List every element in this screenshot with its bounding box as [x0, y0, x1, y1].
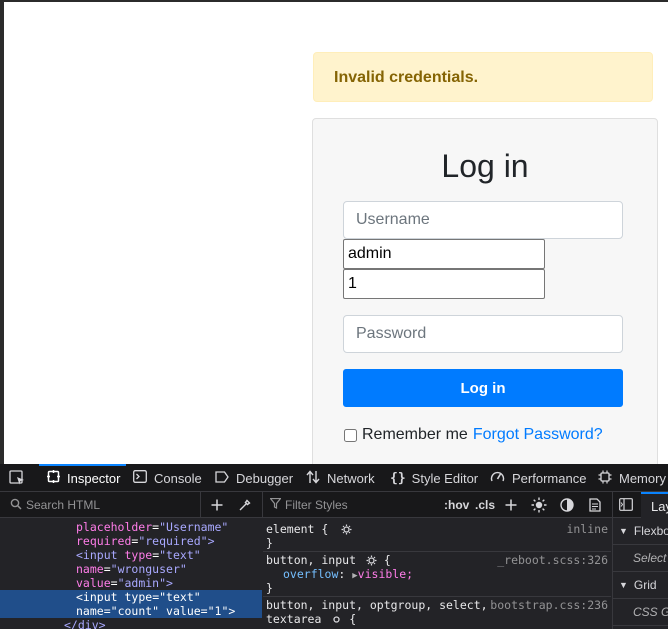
- markup-line[interactable]: value="admin">: [0, 576, 262, 590]
- inspector-icon: [47, 470, 67, 486]
- sidebar-toggle-icon[interactable]: [619, 498, 633, 514]
- count-input[interactable]: [343, 269, 545, 299]
- grid-section[interactable]: ▼ Grid: [613, 572, 668, 599]
- tab-network[interactable]: Network: [306, 464, 375, 492]
- layout-tabbar: Layout: [613, 492, 668, 518]
- dark-mode-icon[interactable]: [558, 496, 576, 514]
- divider: [200, 492, 201, 518]
- markup-line[interactable]: name="wronguser": [0, 562, 262, 576]
- memory-icon: [598, 470, 619, 487]
- devtools-panel: Inspector Console Debugger Network {} St…: [0, 464, 668, 629]
- eyedropper-icon[interactable]: [235, 496, 253, 514]
- tab-label: Inspector: [67, 470, 121, 486]
- forgot-password-link[interactable]: Forgot Password?: [473, 426, 603, 444]
- markup-line-selected[interactable]: name="count" value="1">: [0, 604, 262, 618]
- remember-checkbox[interactable]: [344, 428, 357, 442]
- tab-debugger[interactable]: Debugger: [215, 464, 293, 492]
- rule-close: }: [266, 536, 273, 550]
- network-icon: [306, 469, 327, 487]
- error-alert: Invalid credentials.: [313, 52, 653, 102]
- divider: [262, 492, 263, 518]
- password-input[interactable]: [343, 315, 623, 353]
- rule-source[interactable]: inline: [566, 522, 608, 536]
- rule-selector[interactable]: button, input { _reboot.scss:326: [263, 553, 611, 567]
- rule-separator: [263, 551, 611, 552]
- tab-memory[interactable]: Memory: [598, 464, 666, 492]
- print-media-icon[interactable]: [586, 496, 604, 514]
- markup-line[interactable]: <input type="text": [0, 548, 262, 562]
- rule-close: }: [266, 581, 273, 595]
- performance-icon: [490, 470, 512, 487]
- markup-view: placeholder="Username" required="require…: [0, 518, 262, 629]
- tab-inspector[interactable]: Inspector: [38, 464, 128, 492]
- markup-line[interactable]: </div>: [0, 618, 262, 629]
- gear-icon[interactable]: [331, 614, 342, 628]
- flexbox-section[interactable]: ▼Flexbox: [613, 518, 668, 545]
- filter-icon: [269, 497, 285, 512]
- console-icon: [133, 470, 154, 486]
- filter-styles-field[interactable]: Filter Styles: [269, 496, 348, 514]
- rule-selector-cont: textarea {: [266, 612, 357, 628]
- login-title: Log in: [441, 148, 529, 184]
- tab-label: Network: [327, 470, 375, 486]
- tab-console[interactable]: Console: [133, 464, 202, 492]
- tab-label: Debugger: [236, 470, 294, 486]
- filter-styles-placeholder: Filter Styles: [285, 498, 348, 512]
- cls-toggle[interactable]: .cls: [475, 498, 495, 512]
- tab-label: Style Editor: [411, 470, 479, 486]
- window-top-border: [0, 0, 668, 2]
- tab-label: Memory: [619, 470, 666, 486]
- username-input[interactable]: [343, 201, 623, 239]
- rule-selector[interactable]: element { inline: [263, 522, 611, 536]
- rules-view: element { inline } button, input { _rebo…: [263, 518, 611, 629]
- markup-line[interactable]: required="required">: [0, 534, 262, 548]
- search-icon: [10, 498, 26, 513]
- tab-performance[interactable]: Performance: [490, 464, 586, 492]
- add-rule-icon[interactable]: [502, 496, 520, 514]
- light-mode-icon[interactable]: [530, 496, 548, 514]
- remember-label[interactable]: Remember me: [362, 426, 468, 444]
- rule-source[interactable]: bootstrap.css:236: [490, 598, 608, 612]
- style-editor-icon: {}: [390, 470, 406, 486]
- layout-panel: Layout ▼Flexbox Select a Flex container …: [612, 492, 668, 629]
- web-page: Invalid credentials. Log in Log in Remem…: [0, 0, 668, 464]
- devtools-toolbar: Search HTML Filter Styles :hov .cls: [0, 492, 668, 518]
- grid-hint: CSS Grid is not in use on this page: [613, 599, 668, 626]
- login-button[interactable]: Log in: [343, 369, 623, 407]
- hov-toggle[interactable]: :hov: [444, 498, 469, 512]
- rule-source[interactable]: _reboot.scss:326: [497, 553, 608, 567]
- search-html-placeholder: Search HTML: [26, 498, 101, 512]
- remember-row: Remember me Forgot Password?: [344, 426, 603, 444]
- alert-text: Invalid credentials.: [334, 69, 479, 86]
- tab-style-editor[interactable]: {} Style Editor: [390, 464, 478, 492]
- rule-separator: [263, 596, 611, 597]
- rule-selector[interactable]: button, input, optgroup, select, bootstr…: [263, 598, 611, 612]
- element-picker-icon[interactable]: [8, 469, 26, 487]
- window-left-border: [0, 0, 4, 464]
- search-html-field[interactable]: Search HTML: [10, 496, 100, 514]
- debugger-icon: [215, 470, 236, 486]
- tab-label: Performance: [512, 470, 587, 486]
- tab-layout[interactable]: Layout: [641, 492, 668, 518]
- add-node-icon[interactable]: [208, 496, 226, 514]
- markup-line[interactable]: placeholder="Username": [0, 520, 262, 534]
- tab-label: Console: [154, 470, 202, 486]
- rule-declaration[interactable]: overflow: ▶visible;: [263, 567, 611, 581]
- flexbox-hint: Select a Flex container or item to conti…: [613, 545, 668, 572]
- wronguser-input[interactable]: [343, 239, 545, 269]
- markup-line-selected[interactable]: <input type="text": [0, 590, 262, 604]
- devtools-tabbar: Inspector Console Debugger Network {} St…: [0, 464, 668, 492]
